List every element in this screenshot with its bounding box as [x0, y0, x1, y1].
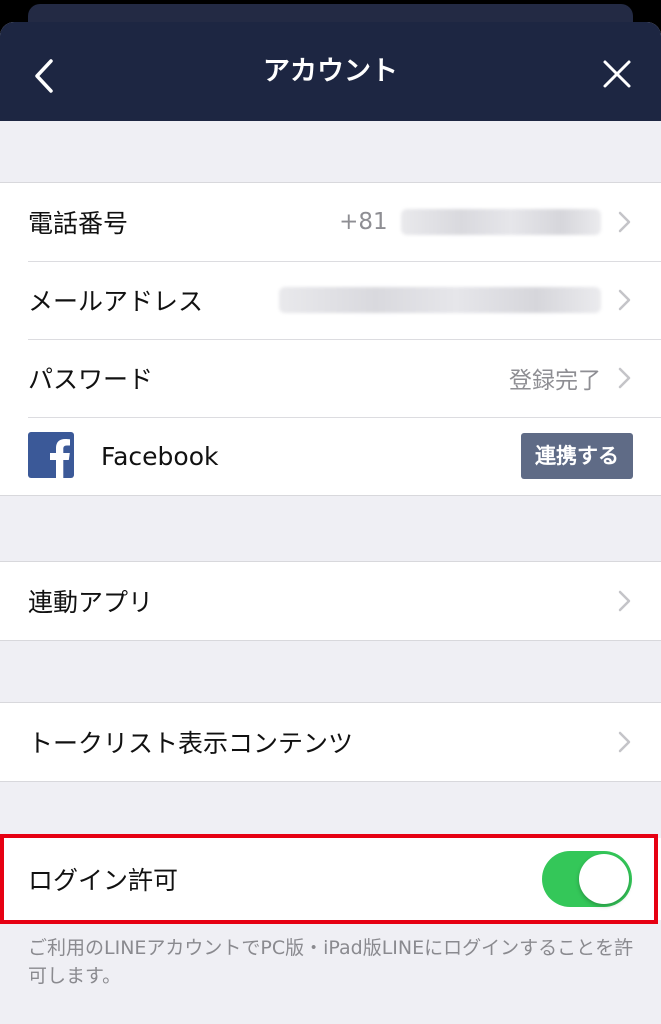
- login-permission-group: ログイン許可: [0, 838, 661, 920]
- toggle-knob: [579, 854, 629, 904]
- password-row[interactable]: パスワード 登録完了: [0, 339, 661, 417]
- email-row[interactable]: メールアドレス: [0, 261, 661, 339]
- chevron-right-icon: [618, 590, 631, 612]
- password-status: 登録完了: [509, 368, 601, 394]
- phone-number-label: 電話番号: [28, 209, 129, 238]
- talk-list-content-row[interactable]: トークリスト表示コンテンツ: [0, 703, 661, 781]
- login-permission-description: ご利用のLINEアカウントでPC版・iPad版LINEにログインすることを許可し…: [28, 937, 634, 987]
- login-permission-row: ログイン許可: [0, 838, 661, 920]
- redacted-phone-number: [401, 209, 601, 236]
- facebook-label: Facebook: [101, 441, 219, 471]
- linked-apps-group: 連動アプリ: [0, 561, 661, 641]
- chevron-right-icon: [618, 731, 631, 753]
- navigation-bar: アカウント: [0, 22, 661, 121]
- phone-country-code: +81: [339, 208, 388, 235]
- chevron-right-icon: [618, 211, 631, 233]
- password-label: パスワード: [28, 365, 154, 394]
- close-button[interactable]: [595, 52, 639, 96]
- redacted-email: [279, 287, 601, 314]
- facebook-row: Facebook 連携する: [0, 417, 661, 495]
- account-info-group: 電話番号 +81 メールアドレス パスワード 登録完了 Facebook 連携す…: [0, 182, 661, 496]
- email-value: [279, 287, 601, 314]
- facebook-link-button[interactable]: 連携する: [521, 433, 633, 479]
- chevron-right-icon: [618, 289, 631, 311]
- chevron-right-icon: [618, 367, 631, 389]
- account-settings-screen: アカウント 電話番号 +81 メールアドレス パスワード 登録完了 Facebo…: [0, 22, 661, 1024]
- facebook-icon: [28, 432, 74, 478]
- close-icon: [603, 60, 631, 88]
- linked-apps-row[interactable]: 連動アプリ: [0, 562, 661, 640]
- phone-number-row[interactable]: 電話番号 +81: [0, 183, 661, 261]
- login-permission-toggle[interactable]: [542, 851, 632, 907]
- talk-list-content-label: トークリスト表示コンテンツ: [28, 729, 354, 758]
- linked-apps-label: 連動アプリ: [28, 588, 154, 617]
- talk-list-group: トークリスト表示コンテンツ: [0, 702, 661, 782]
- email-label: メールアドレス: [28, 287, 204, 316]
- phone-number-value: +81: [339, 209, 601, 236]
- page-title: アカウント: [263, 56, 398, 87]
- login-permission-label: ログイン許可: [28, 866, 179, 895]
